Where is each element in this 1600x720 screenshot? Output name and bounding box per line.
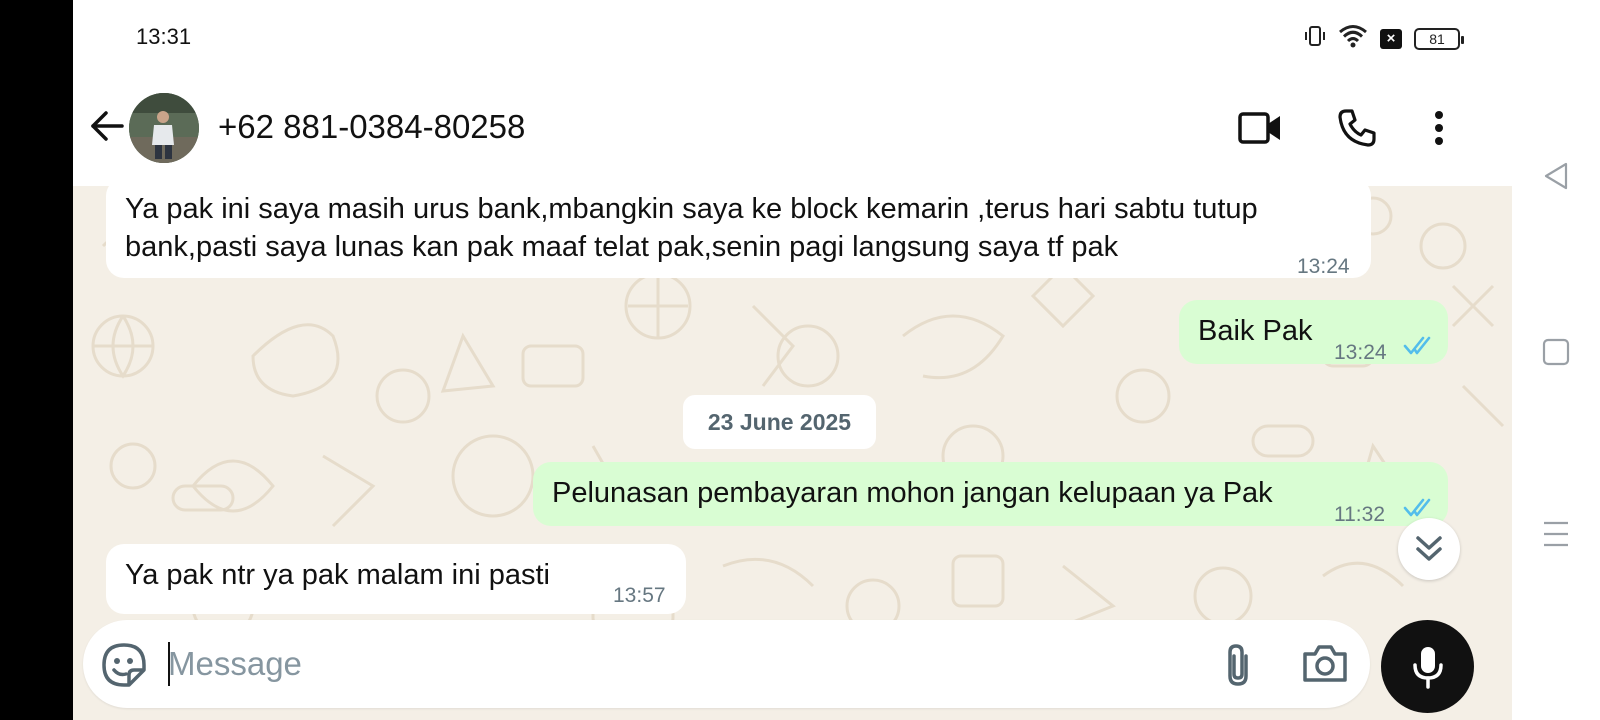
no-sim-icon: ×	[1380, 28, 1402, 49]
attach-button[interactable]	[1216, 642, 1260, 688]
nav-recents-icon	[1544, 521, 1568, 547]
voice-call-button[interactable]	[1333, 104, 1381, 152]
battery-level: 81	[1429, 30, 1445, 47]
whatsapp-chat-screen: 13:31 × 81 +62 881-0384-80258 Ya pak ini…	[73, 0, 1512, 720]
message-bubble-outgoing[interactable]: Pelunasan pembayaran mohon jangan kelupa…	[533, 462, 1448, 526]
voice-call-icon	[1338, 109, 1376, 147]
microphone-icon	[1412, 646, 1443, 689]
date-separator: 23 June 2025	[683, 395, 876, 449]
camera-button[interactable]	[1301, 640, 1349, 688]
scroll-to-bottom-button[interactable]	[1398, 518, 1460, 580]
message-time: 13:24	[1297, 255, 1350, 278]
message-time: 13:57	[613, 584, 666, 607]
message-time: 13:24	[1334, 341, 1387, 364]
nav-back-icon	[1544, 162, 1568, 190]
back-button[interactable]	[89, 108, 125, 144]
message-text: Ya pak ntr ya pak malam ini pasti	[125, 559, 550, 591]
read-receipt-icon	[1403, 498, 1431, 517]
nav-home-icon	[1542, 338, 1570, 366]
contact-name[interactable]: +62 881-0384-80258	[218, 108, 525, 146]
message-bubble-incoming[interactable]: Ya pak ini saya masih urus bank,mbangkin…	[106, 186, 1371, 278]
contact-avatar[interactable]	[129, 93, 199, 163]
chat-header: +62 881-0384-80258	[73, 72, 1512, 186]
message-input[interactable]	[168, 634, 1168, 694]
nav-home-button[interactable]	[1540, 336, 1572, 368]
sticker-icon	[102, 643, 146, 687]
nav-back-button[interactable]	[1540, 160, 1572, 192]
video-call-button[interactable]	[1236, 104, 1284, 152]
status-bar: 13:31 × 81	[73, 0, 1512, 72]
message-composer	[83, 620, 1370, 708]
message-text: Pelunasan pembayaran mohon jangan kelupa…	[552, 477, 1273, 509]
date-separator-text: 23 June 2025	[707, 408, 852, 435]
system-navigation-bar	[1512, 0, 1600, 720]
paperclip-icon	[1228, 644, 1248, 686]
more-options-icon	[1435, 111, 1443, 145]
status-icons: × 81	[1304, 24, 1464, 53]
message-time: 11:32	[1334, 503, 1385, 526]
nav-recents-button[interactable]	[1540, 518, 1572, 550]
status-time: 13:31	[136, 24, 192, 49]
read-receipt-icon	[1403, 336, 1431, 355]
message-bubble-outgoing[interactable]: Baik Pak 13:24	[1179, 300, 1448, 364]
emoji-sticker-button[interactable]	[101, 642, 147, 688]
chat-messages-area[interactable]: Ya pak ini saya masih urus bank,mbangkin…	[73, 186, 1512, 720]
voice-message-button[interactable]	[1381, 620, 1474, 713]
double-chevron-down-icon	[1416, 536, 1442, 561]
more-options-button[interactable]	[1415, 104, 1463, 152]
battery-icon: 81	[1414, 27, 1464, 50]
message-text: Ya pak ini saya masih urus bank,mbangkin…	[125, 193, 1258, 225]
left-edge-bar	[0, 0, 73, 720]
back-arrow-icon	[91, 111, 124, 141]
vibrate-icon	[1304, 25, 1326, 52]
message-text: bank,pasti saya lunas kan pak maaf telat…	[125, 231, 1119, 263]
video-call-icon	[1238, 112, 1280, 144]
camera-icon	[1303, 645, 1347, 682]
message-bubble-incoming[interactable]: Ya pak ntr ya pak malam ini pasti 13:57	[106, 544, 686, 614]
message-text: Baik Pak	[1198, 315, 1313, 347]
wifi-icon	[1338, 24, 1368, 53]
